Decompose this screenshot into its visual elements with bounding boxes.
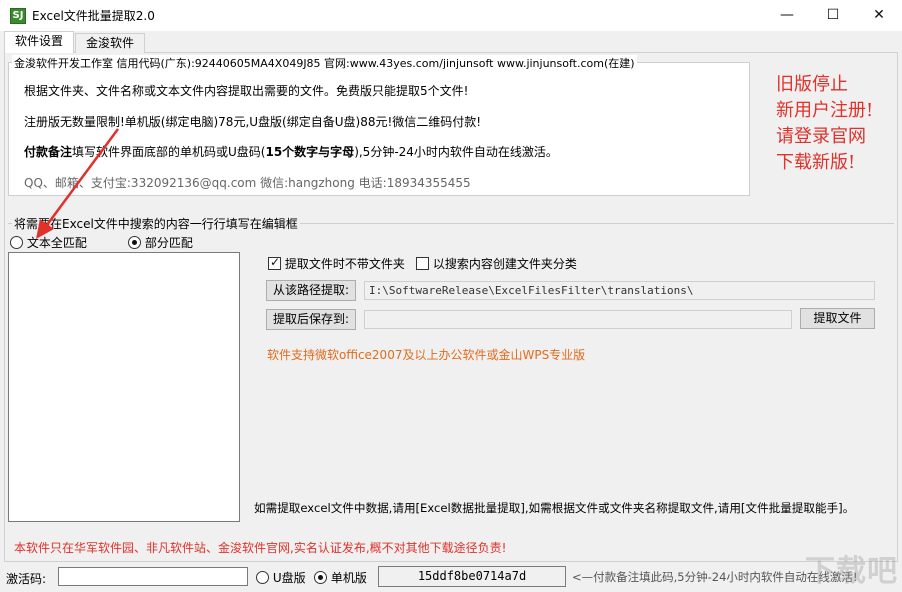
site-watermark: 下载吧 xyxy=(805,554,898,589)
source-path-button[interactable]: 从该路径提取: xyxy=(266,280,356,301)
search-content-editor[interactable] xyxy=(8,252,240,522)
radio-single-dot[interactable] xyxy=(314,571,327,584)
upgrade-notice: 旧版停止 新用户注册! 请登录官网 下载新版! xyxy=(776,72,873,176)
info-line-1: 根据文件夹、文件名称或文本文件内容提取出需要的文件。免费版只能提取5个文件! xyxy=(24,84,469,98)
radio-single-version[interactable]: 单机版 xyxy=(314,569,367,586)
radio-single-label: 单机版 xyxy=(330,571,367,585)
source-path-field[interactable]: I:\SoftwareRelease\ExcelFilesFilter\tran… xyxy=(364,281,875,300)
notice-line: 请登录官网 xyxy=(776,126,866,147)
notice-line: 新用户注册! xyxy=(776,100,874,121)
radio-full-match-dot[interactable] xyxy=(10,236,23,249)
notice-line: 下载新版! xyxy=(776,152,856,173)
radio-partial-match[interactable]: 部分匹配 xyxy=(128,234,193,251)
radio-full-match[interactable]: 文本全匹配 xyxy=(10,234,87,251)
activation-label: 激活码: xyxy=(6,572,47,586)
info-line-3-bold2: 15个数字与字母 xyxy=(265,145,355,159)
usage-hint: 如需提取excel文件中数据,请用[Excel数据批量提取],如需根据文件或文件… xyxy=(254,501,855,515)
release-note: 本软件只在华军软件园、非凡软件站、金浚软件官网,实名认证发布,概不对其他下载途径… xyxy=(14,541,507,555)
radio-full-match-label: 文本全匹配 xyxy=(26,236,87,250)
option-create-folder-label: 以搜索内容创建文件夹分类 xyxy=(432,257,577,271)
app-icon: SJ xyxy=(10,8,26,24)
window-title: Excel文件批量提取2.0 xyxy=(32,9,155,23)
support-note: 软件支持微软office2007及以上办公软件或金山WPS专业版 xyxy=(267,348,586,362)
option-no-folder-checkbox[interactable] xyxy=(268,255,281,270)
pointer-arrow-icon xyxy=(36,128,120,239)
radio-usb-version[interactable]: U盘版 xyxy=(256,569,306,586)
close-button[interactable]: ✕ xyxy=(856,0,902,31)
maximize-button[interactable]: ☐ xyxy=(810,0,856,31)
minimize-button[interactable]: — xyxy=(764,0,810,31)
activation-code-input[interactable] xyxy=(58,567,248,586)
option-create-folder[interactable]: 以搜索内容创建文件夹分类 xyxy=(416,255,577,272)
tab-settings[interactable]: 软件设置 xyxy=(4,31,75,53)
save-path-field[interactable] xyxy=(364,310,792,329)
extract-files-button[interactable]: 提取文件 xyxy=(800,308,875,329)
info-legend: 金浚软件开发工作室 信用代码(广东):92440605MA4X049J85 官网… xyxy=(12,55,637,71)
save-path-button[interactable]: 提取后保存到: xyxy=(266,309,356,330)
tab-jinjun-software[interactable]: 金浚软件 xyxy=(75,33,146,53)
radio-partial-match-dot[interactable] xyxy=(128,236,141,249)
option-no-folder[interactable]: 提取文件时不带文件夹 xyxy=(268,255,405,272)
radio-partial-match-label: 部分匹配 xyxy=(144,236,193,250)
notice-line: 旧版停止 xyxy=(776,74,848,95)
option-no-folder-label: 提取文件时不带文件夹 xyxy=(284,257,405,271)
info-line-3-end: ),5分钟-24小时内软件自动在线激活。 xyxy=(354,145,558,159)
radio-usb-label: U盘版 xyxy=(272,571,306,585)
option-create-folder-checkbox[interactable] xyxy=(416,257,429,270)
machine-code-box: 15ddf8be0714a7d xyxy=(378,566,566,587)
radio-usb-dot[interactable] xyxy=(256,571,269,584)
